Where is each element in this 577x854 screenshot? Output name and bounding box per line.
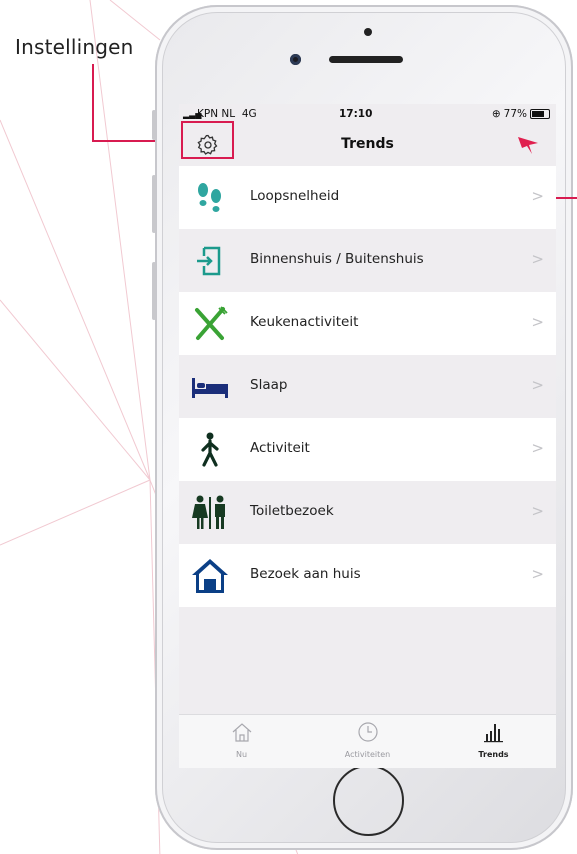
tab-activiteiten[interactable]: Activiteiten xyxy=(305,715,430,768)
list-item-label: Loopsnelheid xyxy=(250,188,340,204)
tab-label: Activiteiten xyxy=(344,750,391,759)
list-item-slaap[interactable]: Slaap > xyxy=(179,355,556,418)
bar-chart-icon xyxy=(483,724,503,743)
list-item-activiteit[interactable]: Activiteit > xyxy=(179,418,556,481)
list-item-label: Toiletbezoek xyxy=(250,503,334,519)
carrier-label: KPN NL xyxy=(197,108,236,120)
list-item-label: Activiteit xyxy=(250,440,310,456)
trends-list: Loopsnelheid > Binnenshuis / Buitenshuis… xyxy=(179,166,556,607)
chevron-right-icon: > xyxy=(531,376,544,394)
home-button[interactable] xyxy=(333,765,404,836)
fork-knife-icon xyxy=(190,304,230,344)
earpiece-speaker xyxy=(329,56,403,63)
chevron-right-icon: > xyxy=(531,439,544,457)
rotation-lock-icon: ⊕ xyxy=(491,108,501,120)
tab-label: Nu xyxy=(235,750,248,759)
list-item-toiletbezoek[interactable]: Toiletbezoek > xyxy=(179,481,556,544)
battery-icon xyxy=(530,109,550,119)
carrier-info: ▂▃▅KPN NL 4G xyxy=(183,108,257,120)
clock-icon xyxy=(357,722,378,742)
battery-percent: 77% xyxy=(503,108,527,120)
chevron-right-icon: > xyxy=(531,565,544,583)
settings-callout-label: Instellingen xyxy=(15,35,134,59)
mute-switch xyxy=(152,110,156,140)
bird-logo-icon xyxy=(516,134,540,156)
list-item-bezoek-aan-huis[interactable]: Bezoek aan huis > xyxy=(179,544,556,607)
tab-nu[interactable]: Nu xyxy=(179,715,304,768)
volume-down-button xyxy=(152,262,156,320)
settings-highlight-box xyxy=(181,121,234,159)
chevron-right-icon: > xyxy=(531,250,544,268)
tab-bar: Nu Activiteiten Trends xyxy=(179,714,556,768)
list-item-label: Keukenactiviteit xyxy=(250,314,359,330)
home-icon xyxy=(232,723,251,742)
chevron-right-icon: > xyxy=(531,187,544,205)
list-item-label: Slaap xyxy=(250,377,288,393)
chevron-right-icon: > xyxy=(531,502,544,520)
restroom-icon xyxy=(190,493,230,533)
navigation-bar: Trends xyxy=(179,124,556,166)
callout-line-vertical xyxy=(92,64,94,142)
network-label: 4G xyxy=(241,108,257,120)
sensor-dot xyxy=(364,28,372,36)
status-time: 17:10 xyxy=(339,108,373,120)
list-item-loopsnelheid[interactable]: Loopsnelheid > xyxy=(179,166,556,229)
house-icon xyxy=(190,556,230,596)
list-item-label: Binnenshuis / Buitenshuis xyxy=(250,251,424,267)
walking-person-icon xyxy=(190,430,230,470)
status-bar: ▂▃▅KPN NL 4G 17:10 ⊕ 77% xyxy=(179,104,556,124)
page-title: Trends xyxy=(341,136,394,152)
chevron-right-icon: > xyxy=(531,313,544,331)
footsteps-icon xyxy=(190,178,230,218)
door-enter-icon xyxy=(190,241,230,281)
front-camera xyxy=(290,54,301,65)
callout-line-right xyxy=(556,197,577,199)
battery-status: ⊕ 77% xyxy=(492,108,550,120)
signal-icon: ▂▃▅ xyxy=(183,110,202,119)
list-item-binnenshuis[interactable]: Binnenshuis / Buitenshuis > xyxy=(179,229,556,292)
phone-screen: ▂▃▅KPN NL 4G 17:10 ⊕ 77% Trends Loopsnel… xyxy=(179,104,556,768)
list-item-label: Bezoek aan huis xyxy=(250,566,361,582)
tab-trends[interactable]: Trends xyxy=(431,715,556,768)
bed-icon xyxy=(190,367,230,407)
volume-up-button xyxy=(152,175,156,233)
tab-label: Trends xyxy=(478,750,509,759)
list-item-keukenactiviteit[interactable]: Keukenactiviteit > xyxy=(179,292,556,355)
